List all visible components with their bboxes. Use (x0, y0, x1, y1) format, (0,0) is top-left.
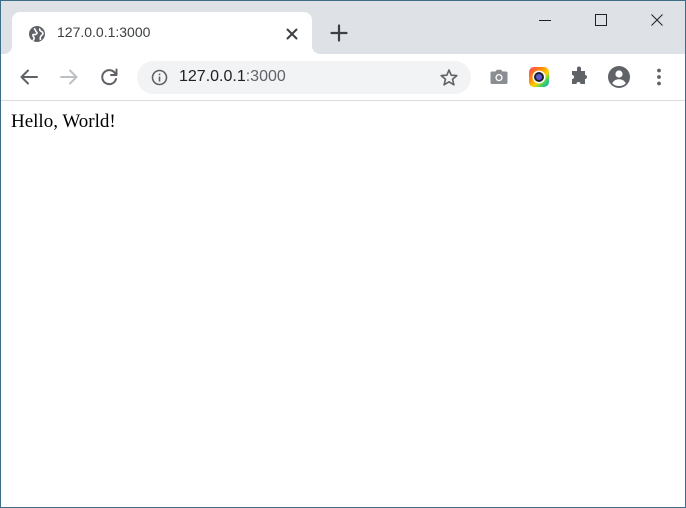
globe-icon (28, 25, 46, 43)
camera-icon[interactable] (487, 65, 511, 89)
minimize-icon[interactable] (517, 1, 573, 41)
new-tab-plus-icon[interactable] (327, 21, 351, 45)
tab-active[interactable]: 127.0.0.1:3000 (12, 12, 312, 54)
arrow-left-icon[interactable] (16, 64, 42, 90)
info-icon[interactable] (151, 69, 168, 86)
close-icon[interactable] (629, 1, 685, 41)
color-picker-icon[interactable] (527, 65, 551, 89)
url-text[interactable]: 127.0.0.1:3000 (179, 68, 286, 86)
tab-title: 127.0.0.1:3000 (57, 24, 151, 40)
url-port: :3000 (245, 68, 286, 85)
profile-icon[interactable] (607, 65, 631, 89)
toolbar: 127.0.0.1:3000 (1, 54, 685, 101)
tab-strip: 127.0.0.1:3000 (1, 1, 685, 54)
reload-icon[interactable] (96, 64, 122, 90)
browser-window: 127.0.0.1:3000 127.0.0.1:3000 Hello, Wor… (0, 0, 686, 508)
page-content: Hello, World! (1, 101, 685, 507)
address-bar[interactable]: 127.0.0.1:3000 (137, 61, 471, 94)
url-host: 127.0.0.1 (179, 68, 246, 85)
arrow-right-icon[interactable] (56, 64, 82, 90)
page-text: Hello, World! (11, 111, 116, 132)
star-icon[interactable] (438, 67, 460, 89)
tab-close-icon[interactable] (282, 24, 302, 44)
puzzle-icon[interactable] (567, 65, 591, 89)
maximize-icon[interactable] (573, 1, 629, 41)
more-vert-icon[interactable] (647, 65, 671, 89)
